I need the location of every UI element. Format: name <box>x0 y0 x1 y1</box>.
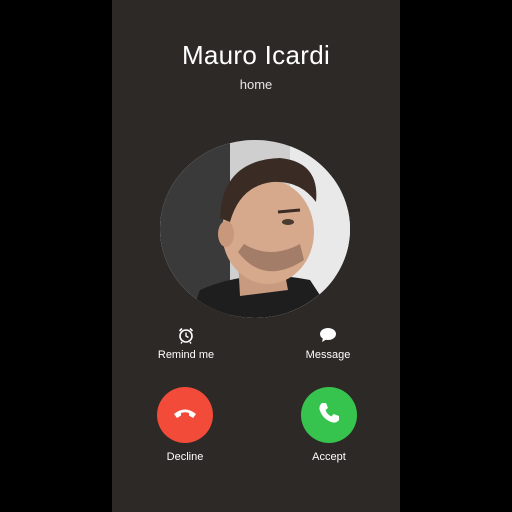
message-label: Message <box>305 349 351 361</box>
alarm-clock-icon <box>177 326 195 344</box>
decline-circle[interactable] <box>157 387 213 443</box>
speech-bubble-icon <box>319 326 337 344</box>
message-button[interactable]: Message <box>288 326 368 361</box>
phone-hangup-icon <box>171 399 199 432</box>
decline-label: Decline <box>166 451 204 463</box>
remind-me-label: Remind me <box>157 349 215 361</box>
caller-number-label: home <box>239 77 273 92</box>
remind-me-button[interactable]: Remind me <box>146 326 226 361</box>
caller-name: Mauro Icardi <box>181 40 331 70</box>
accept-circle[interactable] <box>301 387 357 443</box>
caller-photo <box>160 140 350 318</box>
accept-label: Accept <box>312 451 346 463</box>
phone-icon <box>315 399 343 432</box>
incoming-call-screen: Mauro Icardi home Remind me Message Decl… <box>112 0 400 512</box>
accept-button[interactable]: Accept <box>284 387 374 463</box>
decline-button[interactable]: Decline <box>140 387 230 463</box>
